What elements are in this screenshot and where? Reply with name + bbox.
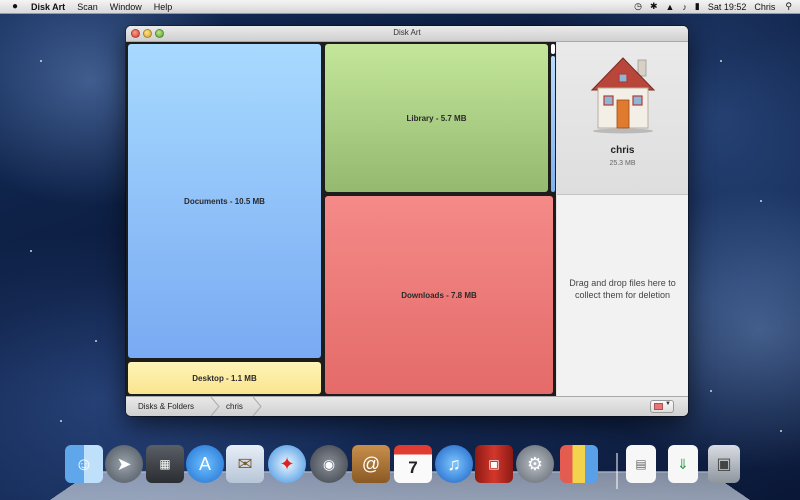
path-bar: Disks & Folders chris ▼: [126, 396, 688, 416]
disk-art-window: Disk Art Documents - 10.5 MB Library - 5…: [126, 26, 688, 416]
finder-icon[interactable]: ☺: [65, 445, 103, 483]
color-swatch: [654, 403, 663, 410]
bluetooth-icon[interactable]: ✱: [650, 1, 658, 12]
apple-menu-icon[interactable]: ●: [9, 1, 21, 12]
treemap-label-downloads: Downloads - 7.8 MB: [401, 290, 477, 300]
wifi-icon[interactable]: ▲: [665, 2, 674, 12]
treemap-label-desktop: Desktop - 1.1 MB: [192, 373, 257, 383]
treemap-label-documents: Documents - 10.5 MB: [184, 196, 265, 206]
menu-app-name[interactable]: Disk Art: [31, 2, 65, 12]
photo-booth-icon[interactable]: ▣: [475, 445, 513, 483]
documents-stack-icon[interactable]: ▤: [626, 445, 656, 483]
battery-icon[interactable]: ▮: [695, 1, 700, 12]
chevron-down-icon: ▼: [665, 401, 671, 407]
selected-folder-info: chris 25.3 MB: [557, 42, 688, 195]
folder-size: 25.3 MB: [609, 160, 636, 167]
breadcrumb-disks-folders[interactable]: Disks & Folders: [138, 397, 194, 416]
treemap-block-documents[interactable]: Documents - 10.5 MB: [128, 44, 321, 358]
window-titlebar[interactable]: Disk Art: [126, 26, 688, 42]
dock: ☺ ➤ ▦ A ✉ ✦ ◉ @ 7 ♫ ▣ ⚙ ▤ ⇓ ▣: [60, 445, 750, 489]
menu-scan[interactable]: Scan: [77, 2, 98, 12]
safari-icon[interactable]: ✦: [268, 445, 306, 483]
treemap-block-library[interactable]: Library - 5.7 MB: [325, 44, 548, 192]
treemap-block-downloads[interactable]: Downloads - 7.8 MB: [325, 196, 553, 394]
treemap-block-small-1[interactable]: [551, 44, 555, 54]
treemap: Documents - 10.5 MB Library - 5.7 MB Dow…: [126, 42, 556, 396]
breadcrumb-separator-icon: [210, 397, 220, 416]
color-scheme-button[interactable]: ▼: [650, 400, 674, 413]
downloads-stack-icon[interactable]: ⇓: [668, 445, 698, 483]
treemap-label-library: Library - 5.7 MB: [406, 113, 467, 123]
dock-separator: [616, 453, 618, 489]
calendar-day: 7: [408, 458, 418, 477]
volume-icon[interactable]: ♪: [682, 2, 687, 12]
mail-icon[interactable]: ✉: [226, 445, 264, 483]
menu-bar: ● Disk Art Scan Window Help ◷ ✱ ▲ ♪ ▮ Sa…: [0, 0, 800, 14]
calendar-icon[interactable]: 7: [394, 445, 432, 483]
menu-window[interactable]: Window: [110, 2, 142, 12]
spotlight-search-icon[interactable]: ⚲: [785, 1, 792, 12]
disk-art-icon[interactable]: [560, 445, 598, 483]
facetime-icon[interactable]: ◉: [310, 445, 348, 483]
menu-user[interactable]: Chris: [754, 2, 775, 12]
window-content: Documents - 10.5 MB Library - 5.7 MB Dow…: [126, 42, 688, 396]
mission-control-icon[interactable]: ▦: [146, 445, 184, 483]
treemap-block-small-2[interactable]: [551, 56, 555, 192]
breadcrumb-chris[interactable]: chris: [226, 397, 243, 416]
time-machine-icon[interactable]: ◷: [634, 1, 642, 12]
system-preferences-icon[interactable]: ⚙: [516, 445, 554, 483]
launchpad-icon[interactable]: ➤: [105, 445, 143, 483]
home-folder-icon: [590, 57, 656, 134]
drop-zone-text[interactable]: Drag and drop files here to collect them…: [569, 277, 676, 301]
itunes-icon[interactable]: ♫: [435, 445, 473, 483]
menu-help[interactable]: Help: [154, 2, 173, 12]
treemap-block-desktop[interactable]: Desktop - 1.1 MB: [128, 362, 321, 394]
side-panel: chris 25.3 MB Drag and drop files here t…: [557, 42, 688, 396]
trash-icon[interactable]: ▣: [708, 445, 740, 483]
menu-clock[interactable]: Sat 19:52: [708, 2, 747, 12]
window-title: Disk Art: [393, 28, 421, 37]
app-store-icon[interactable]: A: [186, 445, 224, 483]
folder-name: chris: [610, 145, 635, 156]
contacts-icon[interactable]: @: [352, 445, 390, 483]
breadcrumb-separator-icon: [252, 397, 262, 416]
menu-extras: ◷ ✱ ▲ ♪ ▮ Sat 19:52 Chris ⚲: [626, 1, 800, 12]
